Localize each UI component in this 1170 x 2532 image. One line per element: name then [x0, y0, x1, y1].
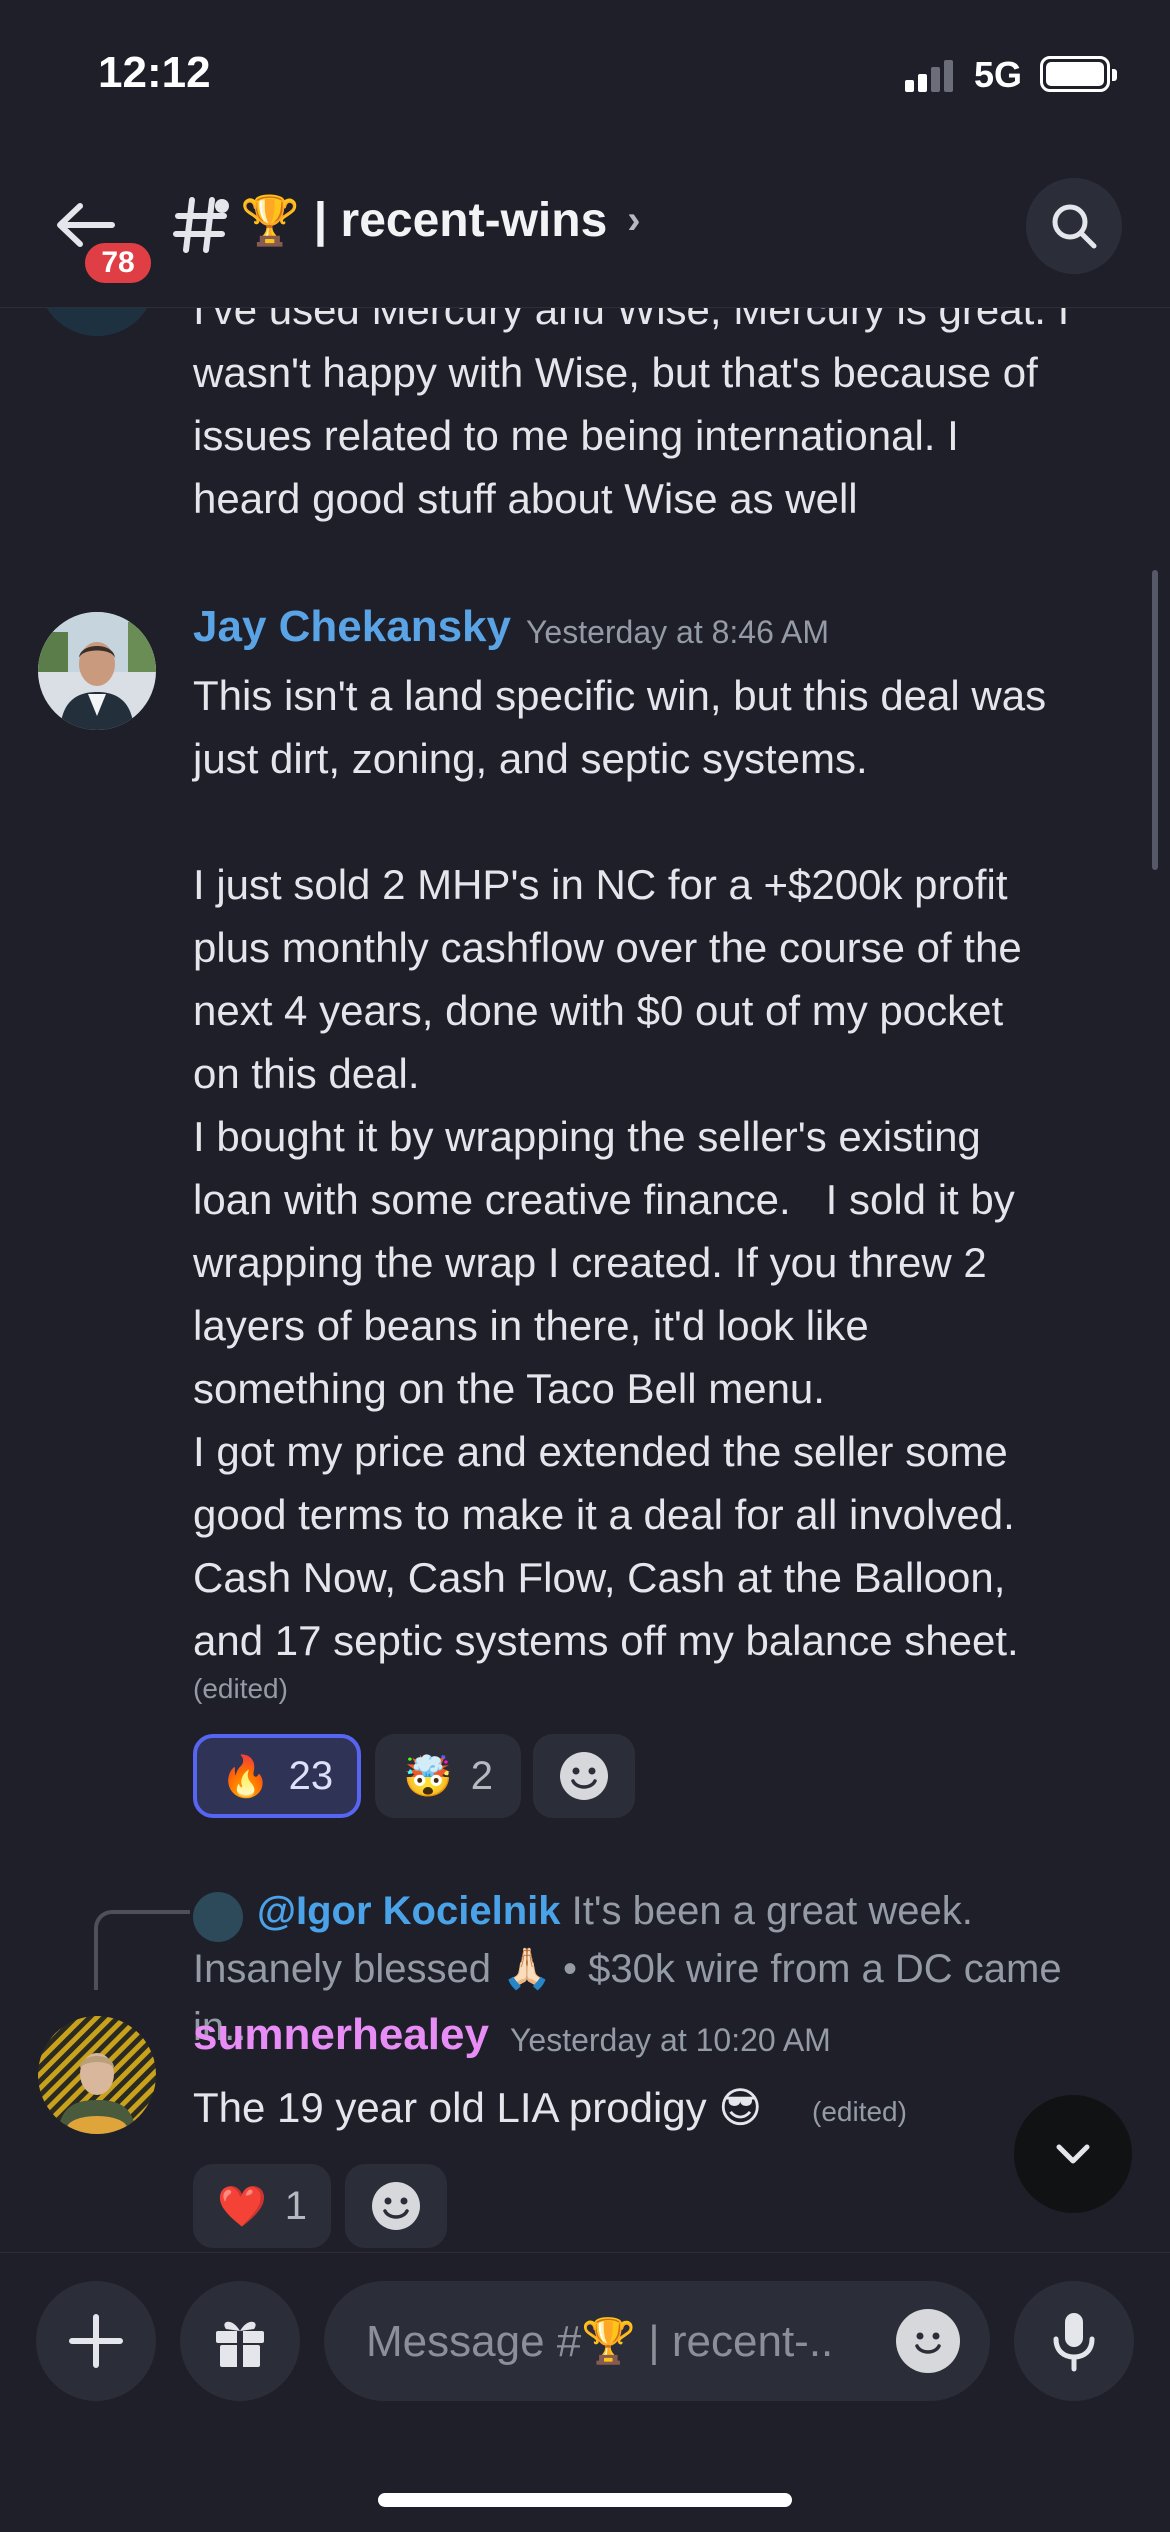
reaction-count: 23: [288, 1753, 334, 1798]
message-input[interactable]: Message #🏆 | recent-..: [324, 2281, 990, 2401]
reaction-fire[interactable]: 🔥 23: [193, 1734, 361, 1818]
jump-to-present-button[interactable]: [1014, 2095, 1132, 2213]
author-name[interactable]: sumnerhealey: [193, 2010, 489, 2060]
chevron-down-icon: [1056, 2144, 1090, 2164]
mention-badge: 78: [80, 238, 156, 288]
message-text: I've used Mercury and Wise, Mercury is g…: [193, 308, 1070, 522]
message-timestamp: Yesterday at 10:20 AM: [510, 2022, 831, 2058]
attach-button[interactable]: [36, 2281, 156, 2401]
reaction-count: 2: [470, 1753, 494, 1798]
message-timestamp: Yesterday at 8:46 AM: [526, 614, 830, 650]
trophy-emoji: 🏆: [240, 195, 300, 248]
edited-label: (edited): [812, 2096, 907, 2127]
reply-mention[interactable]: @Igor Kocielnik: [257, 1889, 561, 1933]
status-time: 12:12: [98, 48, 211, 97]
avatar[interactable]: [38, 308, 156, 336]
add-reaction-button[interactable]: [345, 2164, 447, 2248]
scrollbar[interactable]: [1152, 570, 1158, 870]
microphone-icon: [1053, 2313, 1095, 2372]
signal-icon: [905, 58, 955, 92]
plus-icon: [69, 2314, 123, 2368]
message-placeholder: Message #🏆 | recent-..: [366, 2317, 834, 2366]
message-text: This isn't a land specific win, but this…: [193, 672, 1047, 1664]
gift-icon: [216, 2321, 264, 2367]
avatar[interactable]: [38, 2016, 156, 2134]
channel-name: | recent-wins: [313, 194, 608, 247]
heart-emoji: ❤️: [216, 2184, 267, 2229]
chevron-right-icon: ›: [627, 198, 641, 242]
fire-emoji: 🔥: [220, 1754, 271, 1799]
home-indicator[interactable]: [378, 2493, 792, 2507]
add-reaction-icon: [560, 1752, 608, 1800]
network-type: 5G: [974, 54, 1023, 95]
add-reaction-button[interactable]: [533, 1734, 635, 1818]
reaction-count: 1: [284, 2183, 308, 2228]
author-name[interactable]: Jay Chekansky: [193, 602, 511, 652]
voice-button[interactable]: [1014, 2281, 1134, 2401]
message-list[interactable]: I've used Mercury and Wise, Mercury is g…: [0, 308, 1170, 2252]
reaction-mind-blown[interactable]: 🤯 2: [375, 1734, 521, 1818]
emoji-button[interactable]: [896, 2309, 960, 2373]
search-icon: [1052, 204, 1097, 249]
reaction-heart[interactable]: ❤️ 1: [193, 2164, 331, 2248]
add-reaction-icon: [372, 2182, 420, 2230]
channel-title[interactable]: 🏆 | recent-wins ›: [240, 192, 641, 249]
gift-button[interactable]: [180, 2281, 300, 2401]
reply-connector: [94, 1910, 190, 1990]
avatar[interactable]: [38, 612, 156, 730]
message-composer: Message #🏆 | recent-..: [0, 2252, 1170, 2532]
message-text: The 19 year old LIA prodigy 😎: [193, 2084, 763, 2131]
channel-header: 78 🏆 | recent-wins ›: [0, 150, 1170, 308]
edited-label: (edited): [193, 1673, 288, 1704]
mind-blown-emoji: 🤯: [402, 1754, 453, 1799]
search-button[interactable]: [1026, 178, 1122, 274]
battery-icon: [1040, 56, 1117, 92]
hash-icon: [173, 197, 229, 253]
status-bar: 12:12 5G: [0, 0, 1170, 150]
emoji-icon: [915, 2332, 941, 2354]
